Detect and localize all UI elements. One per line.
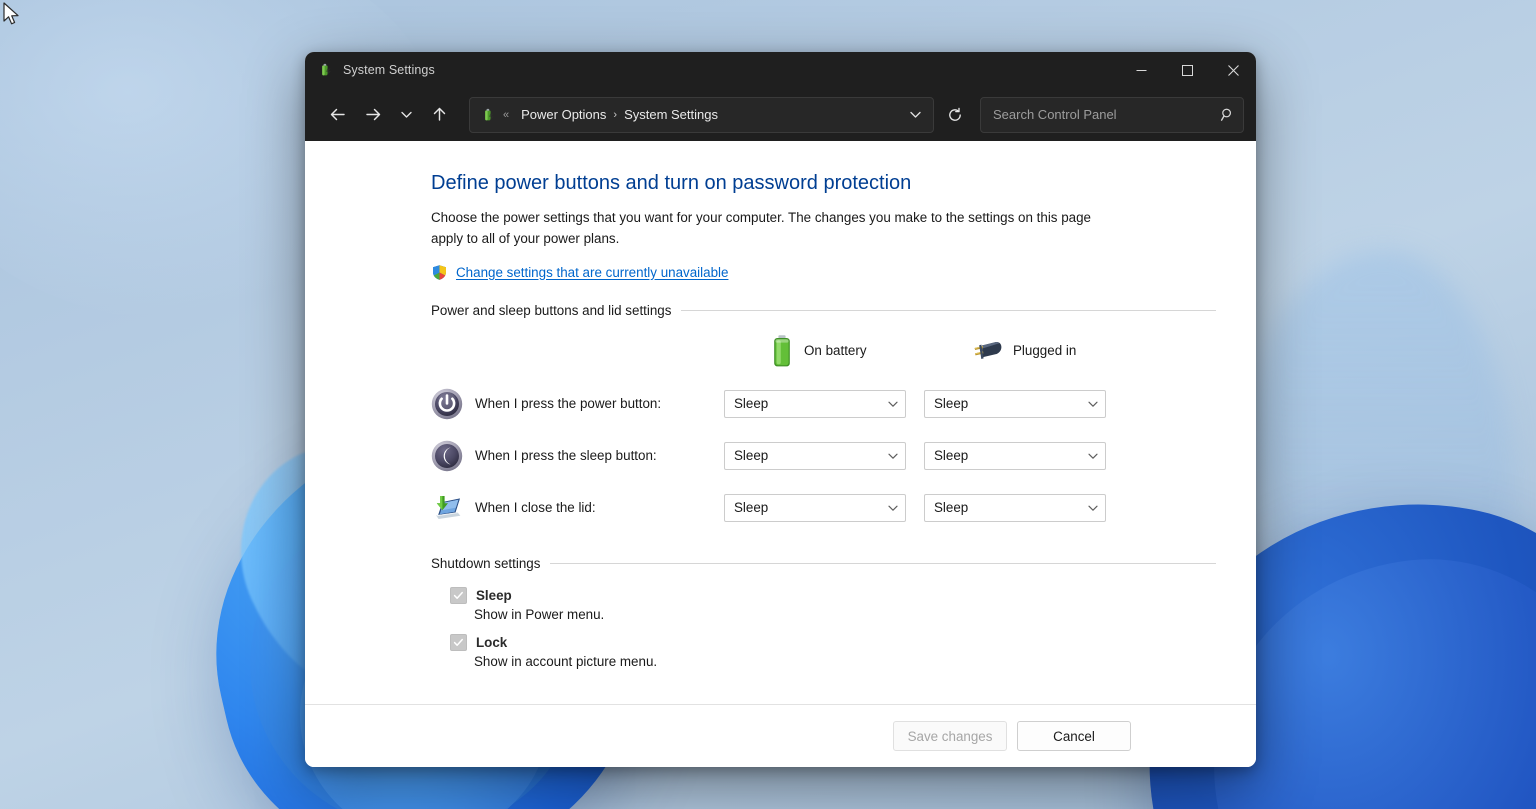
setting-row-close-lid: When I close the lid: Sleep Sleep <box>431 482 1216 534</box>
page-content: Define power buttons and turn on passwor… <box>305 141 1256 704</box>
checkbox-row-sleep[interactable]: Sleep <box>450 587 1216 604</box>
refresh-icon[interactable] <box>938 98 972 132</box>
up-arrow-icon[interactable] <box>421 98 457 132</box>
dropdown-value: Sleep <box>934 500 1087 515</box>
setting-label-power-button: When I press the power button: <box>475 396 724 411</box>
breadcrumb-item-system-settings[interactable]: System Settings <box>619 104 723 125</box>
column-label-on-battery: On battery <box>804 343 867 358</box>
navigation-bar: « Power Options › System Settings <box>305 88 1256 141</box>
dropdown-value: Sleep <box>734 448 887 463</box>
system-settings-window: System Settings <box>305 52 1256 767</box>
window-titlebar: System Settings <box>305 52 1256 88</box>
setting-label-sleep-button: When I press the sleep button: <box>475 448 724 463</box>
recent-locations-chevron-down-icon[interactable] <box>391 98 421 132</box>
shield-icon <box>431 264 448 281</box>
search-box[interactable] <box>980 97 1244 133</box>
dropdown-value: Sleep <box>934 396 1087 411</box>
dropdown-value: Sleep <box>734 500 887 515</box>
minimize-icon[interactable] <box>1118 52 1164 88</box>
breadcrumb-separator: › <box>613 109 617 121</box>
uac-link-row: Change settings that are currently unava… <box>431 264 1216 281</box>
checkbox-row-lock[interactable]: Lock <box>450 634 1216 651</box>
section-divider <box>681 310 1216 311</box>
dialog-footer: Save changes Cancel <box>305 704 1256 767</box>
uac-change-settings-link[interactable]: Change settings that are currently unava… <box>456 265 728 280</box>
maximize-icon[interactable] <box>1164 52 1210 88</box>
back-arrow-icon[interactable] <box>319 98 355 132</box>
column-headers: On battery Plugged <box>431 334 1216 368</box>
page-title: Define power buttons and turn on passwor… <box>431 171 1216 196</box>
chevron-down-icon <box>887 450 899 462</box>
dropdown-sleep-button-plugged-in[interactable]: Sleep <box>924 442 1106 470</box>
search-input[interactable] <box>991 106 1220 123</box>
power-plug-icon <box>969 338 1003 364</box>
dropdown-close-lid-on-battery[interactable]: Sleep <box>724 494 906 522</box>
chevron-down-icon <box>1087 398 1099 410</box>
checkbox-label-lock: Lock <box>476 635 507 650</box>
save-changes-button[interactable]: Save changes <box>893 721 1007 751</box>
dropdown-power-button-plugged-in[interactable]: Sleep <box>924 390 1106 418</box>
battery-icon <box>770 334 794 368</box>
power-battery-icon <box>317 62 333 78</box>
shutdown-section-title: Shutdown settings <box>431 556 540 571</box>
shutdown-settings-section: Shutdown settings Sleep Show in Power me… <box>431 556 1216 669</box>
address-chevron-down-icon[interactable] <box>901 101 929 129</box>
power-section-header: Power and sleep buttons and lid settings <box>431 303 1216 318</box>
checkbox-description-lock: Show in account picture menu. <box>474 654 1216 669</box>
cancel-button[interactable]: Cancel <box>1017 721 1131 751</box>
dropdown-value: Sleep <box>734 396 887 411</box>
caption-buttons <box>1118 52 1256 88</box>
power-section-title: Power and sleep buttons and lid settings <box>431 303 671 318</box>
sleep-moon-icon <box>431 440 463 472</box>
checkbox-sleep[interactable] <box>450 587 467 604</box>
address-bar[interactable]: « Power Options › System Settings <box>469 97 934 133</box>
setting-label-close-lid: When I close the lid: <box>475 500 724 515</box>
shutdown-section-header: Shutdown settings <box>431 556 1216 571</box>
column-header-on-battery: On battery <box>770 334 930 368</box>
chevron-down-icon <box>1087 450 1099 462</box>
page-description: Choose the power settings that you want … <box>431 208 1117 250</box>
chevron-down-icon <box>887 502 899 514</box>
window-title: System Settings <box>343 63 435 77</box>
chevron-down-icon <box>1087 502 1099 514</box>
laptop-lid-icon <box>431 492 463 524</box>
breadcrumb-overflow[interactable]: « <box>503 109 509 121</box>
column-header-plugged-in: Plugged in <box>969 338 1076 364</box>
breadcrumb-power-battery-icon <box>480 107 496 123</box>
breadcrumb-item-power-options[interactable]: Power Options <box>516 104 611 125</box>
section-divider <box>550 563 1216 564</box>
power-button-icon <box>431 388 463 420</box>
titlebar-left: System Settings <box>305 62 435 78</box>
chevron-down-icon <box>887 398 899 410</box>
setting-row-sleep-button: When I press the sleep button: Sleep Sle… <box>431 430 1216 482</box>
desktop: System Settings <box>0 0 1536 809</box>
wallpaper-band <box>1255 250 1515 670</box>
checkbox-lock[interactable] <box>450 634 467 651</box>
close-icon[interactable] <box>1210 52 1256 88</box>
dropdown-close-lid-plugged-in[interactable]: Sleep <box>924 494 1106 522</box>
search-icon[interactable] <box>1220 107 1235 122</box>
forward-arrow-icon[interactable] <box>355 98 391 132</box>
dropdown-power-button-on-battery[interactable]: Sleep <box>724 390 906 418</box>
dropdown-sleep-button-on-battery[interactable]: Sleep <box>724 442 906 470</box>
dropdown-value: Sleep <box>934 448 1087 463</box>
setting-row-power-button: When I press the power button: Sleep Sle… <box>431 378 1216 430</box>
checkbox-label-sleep: Sleep <box>476 588 512 603</box>
mouse-cursor <box>2 2 22 28</box>
checkbox-description-sleep: Show in Power menu. <box>474 607 1216 622</box>
column-label-plugged-in: Plugged in <box>1013 343 1076 358</box>
